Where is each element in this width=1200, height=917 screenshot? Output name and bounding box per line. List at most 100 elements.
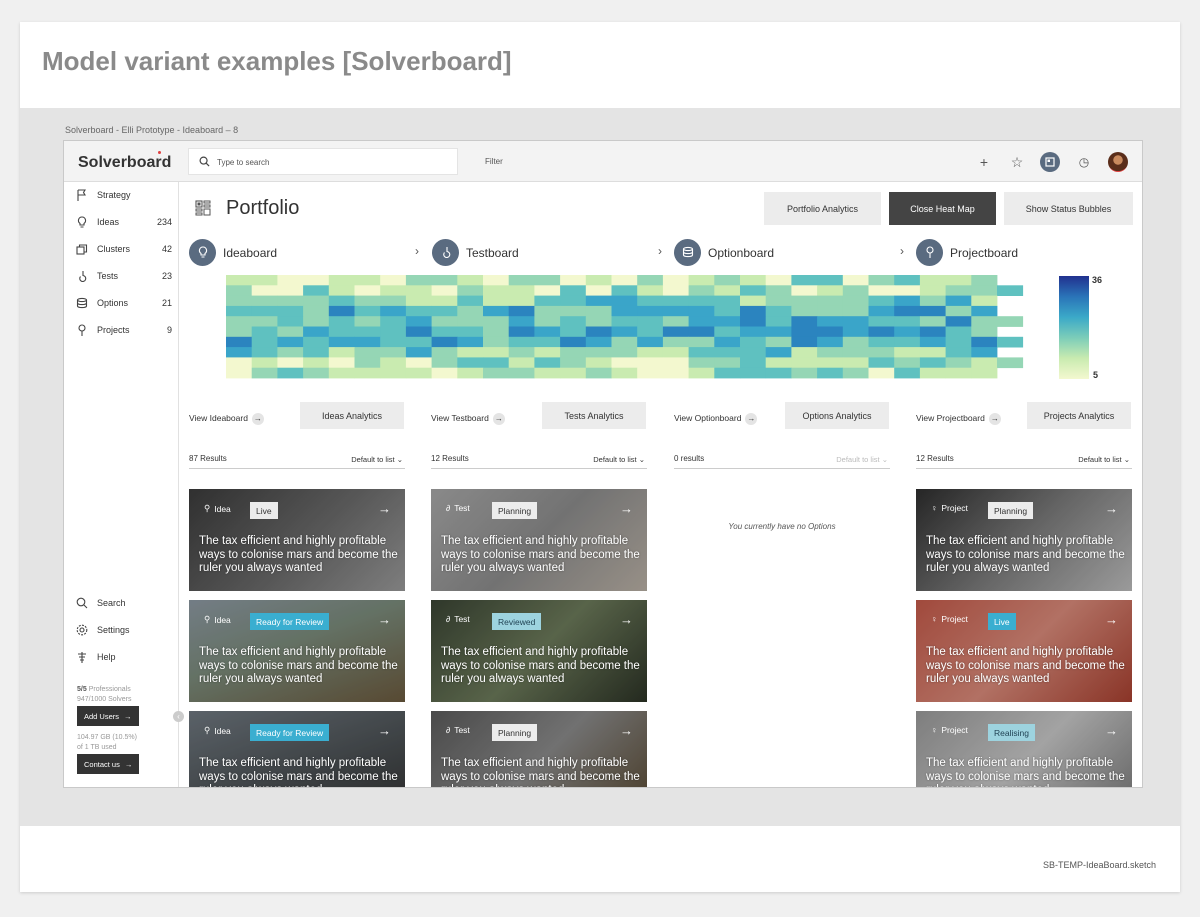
- heat-map-cell: [919, 295, 946, 307]
- stage-ideaboard[interactable]: Ideaboard ›: [189, 239, 419, 267]
- view-testboard-link[interactable]: View Testboard →: [431, 413, 505, 425]
- arrow-right-icon[interactable]: →: [1105, 723, 1118, 738]
- projectboard-analytics-button[interactable]: Projects Analytics: [1027, 402, 1131, 429]
- heat-map-cell: [894, 357, 921, 369]
- logo[interactable]: Solverboard: [78, 154, 171, 172]
- heat-map-cell: [791, 285, 818, 296]
- view-optionboard-link[interactable]: View Optionboard →: [674, 413, 758, 425]
- heat-map-cell: [637, 285, 664, 296]
- arrow-right-icon[interactable]: →: [620, 501, 633, 516]
- results-count: 87 Results: [189, 454, 227, 463]
- card[interactable]: ∂ Test Reviewed → The tax efficient and h…: [431, 600, 647, 702]
- heat-map-cell: [611, 347, 638, 358]
- heat-map-cell: [688, 305, 715, 317]
- heat-map-cell: [277, 357, 304, 369]
- arrow-right-icon[interactable]: →: [1105, 501, 1118, 516]
- heat-map-cell: [354, 285, 381, 296]
- sidebar-item-ideas[interactable]: Ideas 234: [76, 215, 176, 231]
- star-icon[interactable]: ☆: [1007, 152, 1027, 172]
- arrow-right-icon[interactable]: →: [620, 612, 633, 627]
- sidebar-item-strategy[interactable]: Strategy: [76, 188, 176, 204]
- stage-testboard[interactable]: Testboard ›: [432, 239, 662, 267]
- card[interactable]: ⚲ Idea Ready for Review → The tax efficie…: [189, 711, 405, 787]
- view-projectboard-link[interactable]: View Projectboard →: [916, 413, 1001, 425]
- help-icon: [78, 652, 86, 663]
- heat-map-cell: [714, 357, 741, 369]
- sidebar-item-projects[interactable]: Projects 9: [76, 323, 176, 339]
- sidebar-item-help[interactable]: Help: [76, 650, 176, 666]
- avatar[interactable]: [1108, 152, 1128, 172]
- card-kind-label: Project: [941, 503, 968, 513]
- contact-us-button[interactable]: Contact us →: [77, 754, 140, 774]
- add-users-button[interactable]: Add Users →: [77, 706, 139, 726]
- heat-map-cell: [971, 347, 998, 358]
- card[interactable]: ⚲ Idea Live → The tax efficient and highl…: [189, 489, 405, 591]
- heat-map-cell: [971, 305, 998, 317]
- arrow-right-icon[interactable]: →: [378, 723, 391, 738]
- heat-map-cell: [560, 367, 587, 379]
- heat-map-cell: [868, 285, 895, 296]
- add-users-label: Add Users: [84, 711, 120, 721]
- chevron-down-icon: ⌄: [638, 455, 645, 464]
- view-ideaboard-link[interactable]: View Ideaboard →: [189, 413, 264, 425]
- sidebar-item-search[interactable]: Search: [76, 596, 176, 612]
- status-badge: Planning: [492, 502, 538, 519]
- arrow-right-icon[interactable]: →: [378, 612, 391, 627]
- board-icon[interactable]: [1040, 152, 1060, 172]
- plus-icon[interactable]: +: [974, 152, 994, 172]
- heat-map-cell: [457, 275, 484, 286]
- heat-map-cell: [585, 295, 612, 307]
- stage-label: Optionboard: [708, 246, 775, 260]
- sidebar-item-settings[interactable]: Settings: [76, 623, 176, 639]
- heat-map-cell: [251, 326, 278, 338]
- show-status-bubbles-button[interactable]: Show Status Bubbles: [1004, 192, 1133, 225]
- arrow-right-icon[interactable]: →: [1105, 612, 1118, 627]
- stage-projectboard[interactable]: Projectboard: [916, 239, 1056, 267]
- stack-icon: [76, 297, 88, 309]
- card[interactable]: ∂ Test Planning → The tax efficient and h…: [431, 711, 647, 787]
- card-kind-label: Test: [454, 614, 470, 624]
- heat-map-cell: [945, 336, 972, 348]
- optionboard-analytics-button[interactable]: Options Analytics: [785, 402, 889, 429]
- heat-map[interactable]: [226, 275, 1024, 380]
- heat-map-cell: [534, 326, 561, 338]
- card[interactable]: ∂ Test Planning → The tax efficient and h…: [431, 489, 647, 591]
- sidebar-item-tests[interactable]: Tests 23: [76, 269, 176, 285]
- sort-dropdown[interactable]: Default to list ⌄: [1078, 455, 1130, 464]
- heat-map-cell: [945, 357, 972, 369]
- search-input[interactable]: Type to search: [188, 148, 458, 175]
- heat-map-cell: [585, 285, 612, 296]
- prototype-label: Solverboard - Elli Prototype - Ideaboard…: [65, 125, 239, 135]
- status-badge: Planning: [988, 502, 1034, 519]
- close-heat-map-button[interactable]: Close Heat Map: [889, 192, 996, 225]
- testboard-analytics-button[interactable]: Tests Analytics: [542, 402, 646, 429]
- arrow-right-icon[interactable]: →: [620, 723, 633, 738]
- card[interactable]: ♀ Project Live → The tax efficient and hi…: [916, 600, 1132, 702]
- status-badge: Planning: [492, 724, 538, 741]
- heat-map-cell: [431, 326, 458, 338]
- filter-button[interactable]: Filter: [485, 157, 503, 166]
- heat-map-cell: [740, 367, 767, 379]
- heat-map-cell: [251, 347, 278, 358]
- card[interactable]: ⚲ Idea Ready for Review → The tax efficie…: [189, 600, 405, 702]
- sidebar-item-clusters[interactable]: Clusters 42: [76, 242, 176, 258]
- stage-label: Projectboard: [950, 246, 1019, 260]
- sidebar-item-options[interactable]: Options 21: [76, 296, 176, 312]
- card[interactable]: ♀ Project Realising → The tax efficient a…: [916, 711, 1132, 787]
- stage-optionboard[interactable]: Optionboard ›: [674, 239, 904, 267]
- heat-map-cell: [894, 295, 921, 307]
- heat-map-cell: [868, 275, 895, 286]
- flask-icon: [432, 239, 459, 266]
- heat-map-cell: [637, 347, 664, 358]
- sort-dropdown[interactable]: Default to list ⌄: [836, 455, 888, 464]
- ideaboard-analytics-button[interactable]: Ideas Analytics: [300, 402, 404, 429]
- card[interactable]: ♀ Project Planning → The tax efficient an…: [916, 489, 1132, 591]
- lightbulb-icon: [77, 216, 87, 228]
- sidebar-item-label: Settings: [97, 625, 130, 635]
- heat-map-cell: [971, 275, 998, 286]
- sort-dropdown[interactable]: Default to list ⌄: [593, 455, 645, 464]
- timer-icon[interactable]: ◷: [1074, 152, 1094, 172]
- arrow-right-icon[interactable]: →: [378, 501, 391, 516]
- sort-dropdown[interactable]: Default to list ⌄: [351, 455, 403, 464]
- portfolio-analytics-button[interactable]: Portfolio Analytics: [764, 192, 881, 225]
